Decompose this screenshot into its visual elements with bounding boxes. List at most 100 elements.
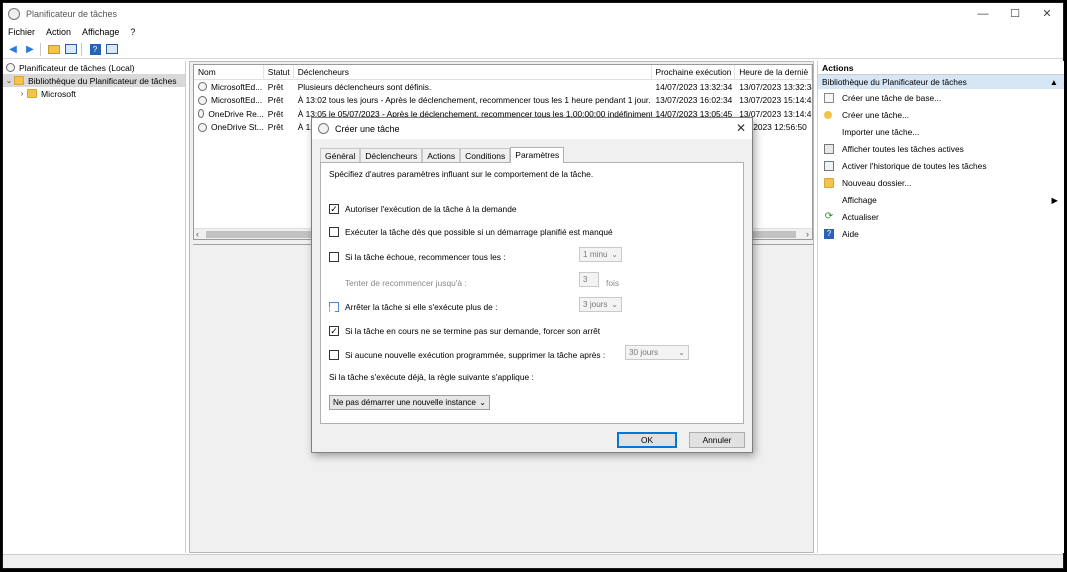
- column-header-derniere[interactable]: Heure de la derniè: [735, 64, 813, 80]
- task-status: Prêt: [267, 108, 284, 119]
- task-status: Prêt: [267, 81, 284, 92]
- action-view[interactable]: Affichage ▶: [818, 191, 1064, 208]
- tree-node-root[interactable]: Planificateur de tâches (Local): [3, 61, 185, 74]
- cancel-button[interactable]: Annuler: [689, 432, 745, 448]
- tree-node-library[interactable]: ⌄ Bibliothèque du Planificateur de tâche…: [3, 74, 185, 87]
- chevron-down-icon: ⌄: [611, 250, 618, 259]
- action-show-running[interactable]: Afficher toutes les tâches actives: [818, 140, 1064, 157]
- tab-settings[interactable]: Paramètres: [510, 147, 565, 163]
- option-allow-on-demand[interactable]: ✓ Autoriser l'exécution de la tâche à la…: [329, 204, 517, 214]
- actions-section-header[interactable]: Bibliothèque du Planificateur de tâches …: [818, 75, 1064, 89]
- menu-action[interactable]: Action: [46, 27, 71, 37]
- action-create-basic-task[interactable]: Créer une tâche de base...: [818, 89, 1064, 106]
- back-arrow-icon[interactable]: ◀: [6, 43, 20, 56]
- help-icon[interactable]: ?: [88, 43, 102, 56]
- table-row[interactable]: MicrosoftEd... Prêt Plusieurs déclencheu…: [194, 80, 812, 94]
- close-icon[interactable]: ✕: [736, 121, 746, 135]
- checkbox-checked[interactable]: ✓: [329, 204, 339, 214]
- option-restart-on-failure[interactable]: Si la tâche échoue, recommencer tous les…: [329, 252, 506, 262]
- column-header-statut[interactable]: Statut: [264, 64, 294, 80]
- window-title: Planificateur de tâches: [26, 8, 118, 19]
- action-new-folder[interactable]: Nouveau dossier...: [818, 174, 1064, 191]
- task-trigger: À 13:02 tous les jours - Après le déclen…: [297, 95, 651, 106]
- menu-fichier[interactable]: Fichier: [8, 27, 35, 37]
- submenu-arrow-icon: ▶: [1051, 194, 1058, 205]
- close-button[interactable]: ✕: [1031, 3, 1063, 24]
- ok-button[interactable]: OK: [617, 432, 677, 448]
- action-refresh[interactable]: ⟳ Actualiser: [818, 208, 1064, 225]
- scroll-right-icon[interactable]: ›: [806, 229, 809, 239]
- new-folder-icon: [824, 177, 834, 188]
- task-next-run: 13/07/2023 16:02:34: [655, 95, 733, 106]
- option-label: Si la tâche en cours ne se termine pas s…: [345, 326, 601, 336]
- select-value: 30 jours: [629, 348, 659, 357]
- retry-count-input[interactable]: 3: [579, 272, 599, 287]
- tab-actions[interactable]: Actions: [422, 148, 461, 162]
- action-create-task[interactable]: Créer une tâche...: [818, 106, 1064, 123]
- show-hide-action-pane-icon[interactable]: [105, 43, 119, 56]
- option-delete-task[interactable]: Si aucune nouvelle exécution programmée,…: [329, 350, 605, 360]
- retry-count-label: Tenter de recommencer jusqu'à :: [345, 278, 467, 288]
- console-tree: Planificateur de tâches (Local) ⌄ Biblio…: [3, 61, 186, 553]
- action-label: Nouveau dossier...: [842, 177, 912, 188]
- column-header-declencheurs[interactable]: Déclencheurs: [294, 64, 652, 80]
- option-force-stop[interactable]: ✓ Si la tâche en cours ne se termine pas…: [329, 326, 600, 336]
- chevron-down-icon: ⌄: [678, 348, 685, 357]
- show-hide-console-tree-icon[interactable]: [64, 43, 78, 56]
- tree-node-microsoft[interactable]: › Microsoft: [3, 87, 185, 100]
- scroll-left-icon[interactable]: ‹: [196, 229, 199, 239]
- dialog-tabs: Général Déclencheurs Actions Conditions …: [320, 147, 565, 163]
- running-rule-select[interactable]: Ne pas démarrer une nouvelle instance ⌄: [329, 395, 490, 410]
- chevron-right-icon[interactable]: ›: [17, 89, 27, 98]
- tab-triggers[interactable]: Déclencheurs: [360, 148, 423, 162]
- action-enable-history[interactable]: Activer l'historique de toutes les tâche…: [818, 157, 1064, 174]
- title-bar: Planificateur de tâches — ☐ ✕: [3, 3, 1063, 24]
- forward-arrow-icon[interactable]: ▶: [23, 43, 37, 56]
- action-import-task[interactable]: Importer une tâche...: [818, 123, 1064, 140]
- action-help[interactable]: ? Aide: [818, 225, 1064, 242]
- task-scheduler-clock-icon: [8, 7, 20, 20]
- task-icon: [198, 122, 207, 132]
- option-stop-if-runs-longer[interactable]: Arrêter la tâche si elle s'exécute plus …: [329, 302, 497, 312]
- column-header-nom[interactable]: Nom: [194, 64, 264, 80]
- tab-conditions[interactable]: Conditions: [460, 148, 511, 162]
- action-label: Activer l'historique de toutes les tâche…: [842, 160, 987, 171]
- tab-general[interactable]: Général: [320, 148, 361, 162]
- option-run-asap[interactable]: Exécuter la tâche dès que possible si un…: [329, 227, 613, 237]
- restart-interval-select[interactable]: 1 minu ⌄: [579, 247, 622, 262]
- create-task-icon: [824, 110, 832, 119]
- folder-icon: [14, 76, 24, 85]
- tree-node-label: Planificateur de tâches (Local): [19, 62, 135, 73]
- task-list-header: Nom Statut Déclencheurs Prochaine exécut…: [194, 64, 813, 80]
- minimize-button[interactable]: —: [967, 3, 999, 24]
- task-trigger: Plusieurs déclencheurs sont définis.: [297, 81, 432, 92]
- menu-affichage[interactable]: Affichage: [82, 27, 119, 37]
- checkbox-unchecked[interactable]: [329, 227, 339, 237]
- maximize-button[interactable]: ☐: [999, 3, 1031, 24]
- tree-node-label: Bibliothèque du Planificateur de tâches: [28, 75, 177, 86]
- delete-after-select[interactable]: 30 jours ⌄: [625, 345, 689, 360]
- collapse-up-icon[interactable]: ▲: [1050, 75, 1058, 89]
- actions-section-label: Bibliothèque du Planificateur de tâches: [822, 77, 967, 87]
- chevron-down-icon[interactable]: ⌄: [4, 76, 14, 85]
- toolbar: ◀ ▶ ?: [3, 40, 1063, 59]
- action-label: Actualiser: [842, 211, 879, 222]
- stop-after-select[interactable]: 3 jours ⌄: [579, 297, 622, 312]
- task-next-run: 14/07/2023 13:32:34: [655, 81, 733, 92]
- action-label: Créer une tâche...: [842, 109, 910, 120]
- rule-label: Si la tâche s'exécute déjà, la règle sui…: [329, 372, 534, 382]
- menu-help[interactable]: ?: [130, 27, 135, 37]
- chevron-down-icon: ⌄: [479, 398, 486, 407]
- column-header-prochaine[interactable]: Prochaine exécution: [652, 64, 736, 80]
- select-value: 3 jours: [583, 300, 608, 309]
- checkbox-unchecked[interactable]: [329, 252, 339, 262]
- checkbox-unchecked[interactable]: [329, 350, 339, 360]
- up-folder-icon[interactable]: [47, 43, 61, 56]
- action-label: Afficher toutes les tâches actives: [842, 143, 964, 154]
- table-row[interactable]: MicrosoftEd... Prêt À 13:02 tous les jou…: [194, 94, 812, 108]
- task-last-run: 13/07/2023 15:14:42: [739, 95, 812, 106]
- checkbox-checked[interactable]: ✓: [329, 326, 339, 336]
- task-last-run: 13/07/2023 13:32:34: [739, 81, 812, 92]
- actions-pane: Actions Bibliothèque du Planificateur de…: [817, 61, 1064, 553]
- action-label: Affichage: [842, 194, 877, 205]
